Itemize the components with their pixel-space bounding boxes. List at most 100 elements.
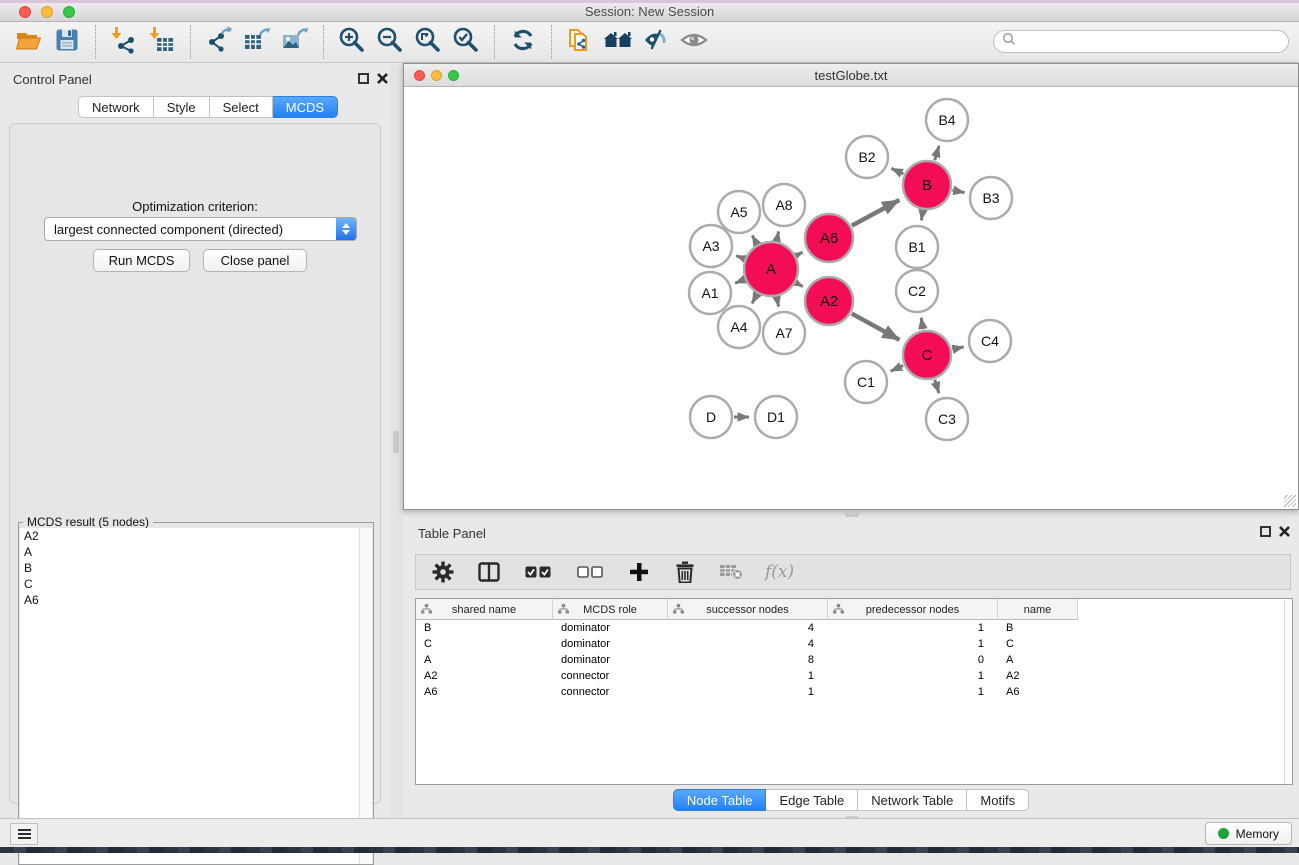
table-row[interactable]: A2connector11A2 <box>416 668 1292 684</box>
open-folder-icon <box>15 27 43 58</box>
search-input[interactable] <box>993 30 1289 53</box>
mcds-result-item[interactable]: A6 <box>20 592 360 608</box>
export-image-button[interactable] <box>276 25 314 59</box>
open-session-button[interactable] <box>10 25 48 59</box>
horizontal-splitter-grip[interactable] <box>845 512 859 517</box>
add-column-icon[interactable] <box>627 560 651 584</box>
table-tab-edge-table[interactable]: Edge Table <box>766 789 858 811</box>
mcds-result-list[interactable]: A2ABCA6 <box>20 528 360 864</box>
split-view-icon[interactable] <box>477 560 501 584</box>
export-table-button[interactable] <box>238 25 276 59</box>
close-panel-icon[interactable] <box>376 72 389 85</box>
import-network-button[interactable] <box>105 25 143 59</box>
export-network-button[interactable] <box>200 25 238 59</box>
column-header-shared-name[interactable]: shared name <box>416 599 553 620</box>
node-label-B3: B3 <box>982 190 999 206</box>
column-header-successor-nodes[interactable]: successor nodes <box>668 599 828 620</box>
mcds-result-item[interactable]: C <box>20 576 360 592</box>
edge-A-A5[interactable] <box>752 236 757 244</box>
run-mcds-button[interactable]: Run MCDS <box>93 249 190 272</box>
refresh-view-button[interactable] <box>504 25 542 59</box>
network-canvas[interactable]: AA1A2A3A4A5A6A7A8BB1B2B3B4CC1C2C3C4DD1 <box>404 87 1298 509</box>
edge-B-B1[interactable] <box>921 211 923 221</box>
table-row[interactable]: Bdominator41B <box>416 620 1292 636</box>
panel-splitter-vertical[interactable] <box>390 65 403 817</box>
edge-A6-B[interactable] <box>852 200 899 226</box>
column-header-MCDS-role[interactable]: MCDS role <box>553 599 668 620</box>
edge-C-C4[interactable] <box>952 347 963 350</box>
delete-columns-trash-icon[interactable] <box>673 560 697 584</box>
table-tab-network-table[interactable]: Network Table <box>858 789 967 811</box>
mcds-result-item[interactable]: B <box>20 560 360 576</box>
zoom-in-button[interactable] <box>333 25 371 59</box>
mcds-result-scrollbar[interactable] <box>359 528 372 864</box>
table-scrollbar[interactable] <box>1284 599 1292 784</box>
edge-B-B3[interactable] <box>952 190 964 192</box>
splitter-grip[interactable] <box>393 431 399 453</box>
memory-button[interactable]: Memory <box>1205 822 1292 845</box>
table-tab-motifs[interactable]: Motifs <box>967 789 1029 811</box>
mcds-result-item[interactable]: A <box>20 544 360 560</box>
edge-A-A7[interactable] <box>777 297 779 306</box>
houses-button[interactable] <box>599 25 637 59</box>
table-tab-node-table[interactable]: Node Table <box>673 789 767 811</box>
edge-A-A2[interactable] <box>796 283 802 286</box>
table-row[interactable]: Adominator80A <box>416 652 1292 668</box>
zoom-selected-icon <box>452 26 480 59</box>
tab-select[interactable]: Select <box>210 96 273 118</box>
zoom-in-icon <box>338 26 366 59</box>
edge-A-A3[interactable] <box>736 256 744 259</box>
save-session-button[interactable] <box>48 25 86 59</box>
cell-MCDS-role: dominator <box>553 636 668 652</box>
tab-mcds[interactable]: MCDS <box>273 96 338 118</box>
toolbar-separator <box>551 25 552 59</box>
zoom-fit-button[interactable] <box>409 25 447 59</box>
zoom-out-button[interactable] <box>371 25 409 59</box>
network-window-titlebar[interactable]: testGlobe.txt <box>404 64 1298 87</box>
window-resize-grip[interactable] <box>1284 495 1296 507</box>
edge-B-B2[interactable] <box>891 168 903 174</box>
import-table-button[interactable] <box>143 25 181 59</box>
settings-gear-icon[interactable] <box>431 560 455 584</box>
table-row[interactable]: Cdominator41C <box>416 636 1292 652</box>
edge-B-B4[interactable] <box>935 146 939 160</box>
column-header-predecessor-nodes[interactable]: predecessor nodes <box>828 599 998 620</box>
optimization-criterion-select[interactable]: largest connected component (directed) <box>44 217 357 241</box>
export-network-icon <box>205 26 233 59</box>
network-graph[interactable]: AA1A2A3A4A5A6A7A8BB1B2B3B4CC1C2C3C4DD1 <box>404 87 1298 509</box>
select-all-checkboxes-icon[interactable] <box>523 560 553 584</box>
column-header-name[interactable]: name <box>998 599 1078 620</box>
edge-A-A6[interactable] <box>797 252 803 255</box>
zoom-selected-button[interactable] <box>447 25 485 59</box>
edge-A-A4[interactable] <box>752 294 757 303</box>
edge-C-C2[interactable] <box>921 318 923 330</box>
edge-A-A8[interactable] <box>777 231 779 240</box>
table-panel-title: Table Panel <box>418 526 486 541</box>
function-builder-icon[interactable]: f(x) <box>765 562 794 582</box>
delete-table-icon[interactable] <box>719 560 743 584</box>
task-history-button[interactable] <box>10 823 38 845</box>
node-label-A4: A4 <box>730 319 747 335</box>
import-network-icon <box>110 26 138 59</box>
float-panel-icon[interactable] <box>358 73 369 84</box>
eye-slash-button[interactable] <box>637 25 675 59</box>
close-panel-button[interactable]: Close panel <box>203 249 307 272</box>
close-table-panel-icon[interactable] <box>1278 525 1291 538</box>
table-row[interactable]: A6connector11A6 <box>416 684 1292 700</box>
edge-A-A1[interactable] <box>735 280 744 283</box>
tab-style[interactable]: Style <box>154 96 210 118</box>
mcds-result-item[interactable]: A2 <box>20 528 360 544</box>
node-label-B1: B1 <box>908 239 925 255</box>
clone-network-button[interactable] <box>561 25 599 59</box>
edge-A2-C[interactable] <box>852 314 900 340</box>
edge-C-C1[interactable] <box>891 366 904 372</box>
eye-button[interactable] <box>675 25 713 59</box>
cell-name: A <box>998 652 1078 668</box>
node-table[interactable]: shared nameMCDS rolesuccessor nodesprede… <box>415 598 1293 785</box>
zoom-out-icon <box>376 26 404 59</box>
tab-network[interactable]: Network <box>78 96 154 118</box>
cell-successor-nodes: 8 <box>668 652 828 668</box>
edge-C-C3[interactable] <box>935 380 939 393</box>
deselect-all-checkboxes-icon[interactable] <box>575 560 605 584</box>
float-table-panel-icon[interactable] <box>1260 526 1271 537</box>
